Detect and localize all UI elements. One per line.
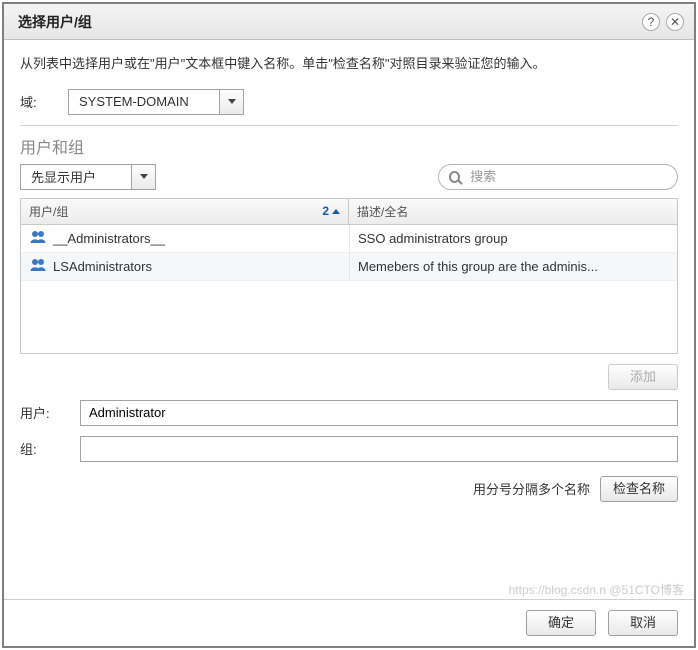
row-name: __Administrators__ [53,231,165,246]
section-title: 用户和组 [20,134,678,158]
users-input[interactable] [80,400,678,426]
filter-value: 先显示用户 [21,167,131,186]
chevron-down-icon[interactable] [131,165,155,189]
close-icon[interactable]: ✕ [666,13,684,31]
add-button-row: 添加 [20,364,678,390]
instruction-text: 从列表中选择用户或在"用户"文本框中键入名称。单击"检查名称"对照目录来验证您的… [20,54,678,75]
divider [20,125,678,126]
titlebar: 选择用户/组 ? ✕ [4,4,694,40]
group-icon [29,256,53,277]
hint-text: 用分号分隔多个名称 [473,479,590,498]
domain-value: SYSTEM-DOMAIN [69,94,219,109]
search-input[interactable] [468,168,667,185]
groups-label: 组: [20,439,80,458]
users-label: 用户: [20,403,80,422]
column-header-label: 描述/全名 [357,203,408,220]
groups-input[interactable] [80,436,678,462]
table-body: __Administrators__ SSO administrators gr… [21,225,677,353]
table-header: 用户/组 2 描述/全名 [21,199,677,225]
dialog-body: 从列表中选择用户或在"用户"文本框中键入名称。单击"检查名称"对照目录来验证您的… [4,40,694,512]
filter-select[interactable]: 先显示用户 [20,164,156,190]
domain-select[interactable]: SYSTEM-DOMAIN [68,89,244,115]
column-header-label: 用户/组 [29,203,68,220]
user-group-table: 用户/组 2 描述/全名 __Administrators [20,198,678,354]
group-icon [29,228,53,249]
table-row[interactable]: __Administrators__ SSO administrators gr… [21,225,677,253]
ok-button[interactable]: 确定 [526,610,596,636]
add-button[interactable]: 添加 [608,364,678,390]
column-header-desc[interactable]: 描述/全名 [349,199,677,224]
column-header-usergroup[interactable]: 用户/组 2 [21,199,349,224]
check-names-button[interactable]: 检查名称 [600,476,678,502]
search-icon [449,171,460,183]
cancel-button[interactable]: 取消 [608,610,678,636]
chevron-down-icon[interactable] [219,90,243,114]
groups-field-row: 组: [20,436,678,462]
dialog-title: 选择用户/组 [18,12,636,32]
dialog-footer: 确定 取消 [4,599,694,646]
row-desc: Memebers of this group are the adminis..… [358,259,598,274]
search-box[interactable] [438,164,678,190]
sort-arrow-up-icon [332,209,340,214]
watermark: https://blog.csdn.n @51CTO博客 [509,581,684,598]
hint-row: 用分号分隔多个名称 检查名称 [20,476,678,502]
select-user-group-dialog: 选择用户/组 ? ✕ 从列表中选择用户或在"用户"文本框中键入名称。单击"检查名… [2,2,696,648]
domain-row: 域: SYSTEM-DOMAIN [20,89,678,115]
toolbar: 先显示用户 [20,164,678,190]
row-desc: SSO administrators group [358,231,508,246]
table-row[interactable]: LSAdministrators Memebers of this group … [21,253,677,281]
users-field-row: 用户: [20,400,678,426]
sort-indicator: 2 [322,204,340,218]
domain-label: 域: [20,92,68,111]
row-name: LSAdministrators [53,259,152,274]
help-icon[interactable]: ? [642,13,660,31]
